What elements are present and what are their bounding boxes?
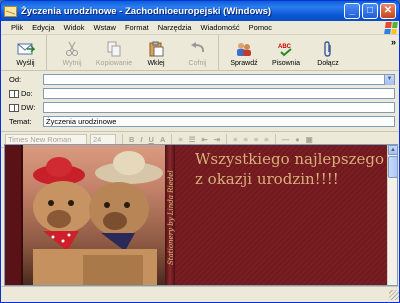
increase-indent-icon[interactable]: ⇥ [214,135,220,144]
cut-label: Wytnij [62,60,82,67]
menu-edit[interactable]: Edycja [32,23,55,32]
subject-label: Temat: [9,117,32,126]
underline-button[interactable]: U [149,135,154,144]
menu-insert[interactable]: Wstaw [93,23,116,32]
numbered-list-icon[interactable]: ≡ [178,135,182,144]
horizontal-line-icon[interactable]: — [282,135,290,144]
subject-row: Temat: Życzenia urodzinowe [9,115,395,128]
bullet-list-icon[interactable]: ☰ [189,135,196,144]
paperclip-icon [319,41,337,57]
menu-tools[interactable]: Narzędzia [158,23,192,32]
status-bar [1,286,399,302]
justify-icon[interactable]: ≡ [264,135,268,144]
window-title: Życzenia urodzinowe - Zachodnioeuropejsk… [21,5,272,17]
title-bar[interactable]: Życzenia urodzinowe - Zachodnioeuropejsk… [1,1,399,21]
font-size-value: 24 [93,135,102,144]
address-book-icon [9,89,19,98]
address-book-icon [9,103,19,112]
menu-message[interactable]: Wiadomość [200,23,239,32]
undo-button[interactable]: Cofnij [177,35,219,70]
copy-label: Kopiowanie [95,60,133,67]
align-center-icon[interactable]: ≡ [243,135,247,144]
scissors-icon [63,41,81,57]
to-row: Do: [9,87,395,100]
cc-label-group[interactable]: DW: [9,103,43,112]
align-right-icon[interactable]: ≡ [254,135,258,144]
bold-button[interactable]: B [129,135,134,144]
greeting-line-2: z okazji urodzin!!!! [195,170,339,188]
copy-button[interactable]: Kopiowanie [93,35,135,70]
menu-view[interactable]: Widok [64,23,85,32]
compose-window: Życzenia urodzinowe - Zachodnioeuropejsk… [0,0,400,303]
to-label-group[interactable]: Do: [9,89,43,98]
message-header: Od: ▼ Do: DW: Temat: Życzenia urodzinowe [1,71,399,132]
to-field[interactable] [43,88,395,99]
minimize-button[interactable]: _ [344,3,360,19]
font-value: Times New Roman [8,135,72,144]
maximize-button[interactable]: □ [362,3,378,19]
from-row: Od: ▼ [9,73,395,86]
cc-row: DW: [9,101,395,114]
paste-label: Wklej [147,60,165,67]
chevron-down-icon[interactable]: ▼ [384,74,394,85]
stationery-border [5,145,23,285]
subject-field[interactable]: Życzenia urodzinowe [43,116,395,127]
message-body[interactable]: Stationery by Linda Riedel Wszystkiego n… [4,144,398,286]
puppies-photo [23,145,167,285]
send-icon [17,41,35,57]
windows-logo-icon [384,22,398,34]
spelling-button[interactable]: ABC Pisownia [265,35,307,70]
resize-grip-icon[interactable] [389,290,399,300]
decrease-indent-icon[interactable]: ⇤ [201,135,207,144]
menu-bar: Plik Edycja Widok Wstaw Format Narzędzia… [1,21,399,35]
spelling-label: Pisownia [271,60,300,67]
send-button[interactable]: Wyślij [5,35,47,70]
attach-label: Dołącz [317,60,339,67]
toolbar-overflow-button[interactable]: » [391,37,396,47]
toolbar: Wyślij Wytnij Kopiowanie Wklej Cofnij Sp… [1,35,399,71]
attach-button[interactable]: Dołącz [307,35,349,70]
envelope-icon [4,5,17,17]
cut-button[interactable]: Wytnij [51,35,93,70]
copy-icon [105,41,123,57]
insert-picture-icon[interactable]: ▣ [306,135,313,144]
align-left-icon[interactable]: ≡ [233,135,237,144]
font-color-button[interactable]: A [160,135,165,144]
greeting-text[interactable]: Wszystkiego najlepszego z okazji urodzin… [195,149,390,189]
check-names-button[interactable]: Sprawdź [223,35,265,70]
menu-format[interactable]: Format [125,23,149,32]
vertical-scrollbar[interactable]: ▲ [387,145,397,285]
italic-button[interactable]: I [140,135,142,144]
close-button[interactable]: ✕ [380,3,396,19]
greeting-line-1: Wszystkiego najlepszego [195,150,385,168]
undo-label: Cofnij [188,60,207,67]
check-names-icon [235,41,253,57]
scroll-up-icon[interactable]: ▲ [388,145,397,155]
cc-field[interactable] [43,102,395,113]
menu-file[interactable]: Plik [11,23,23,32]
spelling-icon: ABC [277,41,295,57]
menu-help[interactable]: Pomoc [249,23,272,32]
cc-label: DW: [21,103,36,112]
scrollbar-thumb[interactable] [388,156,397,178]
from-label: Od: [9,75,22,84]
stationery-signature: Stationery by Linda Riedel [167,170,175,265]
from-field[interactable]: ▼ [43,74,395,85]
paste-button[interactable]: Wklej [135,35,177,70]
undo-icon [189,41,207,57]
send-label: Wyślij [16,60,35,67]
check-names-label: Sprawdź [230,60,258,67]
hyperlink-icon[interactable]: ● [295,135,300,144]
paste-icon [147,41,165,57]
to-label: Do: [21,89,33,98]
